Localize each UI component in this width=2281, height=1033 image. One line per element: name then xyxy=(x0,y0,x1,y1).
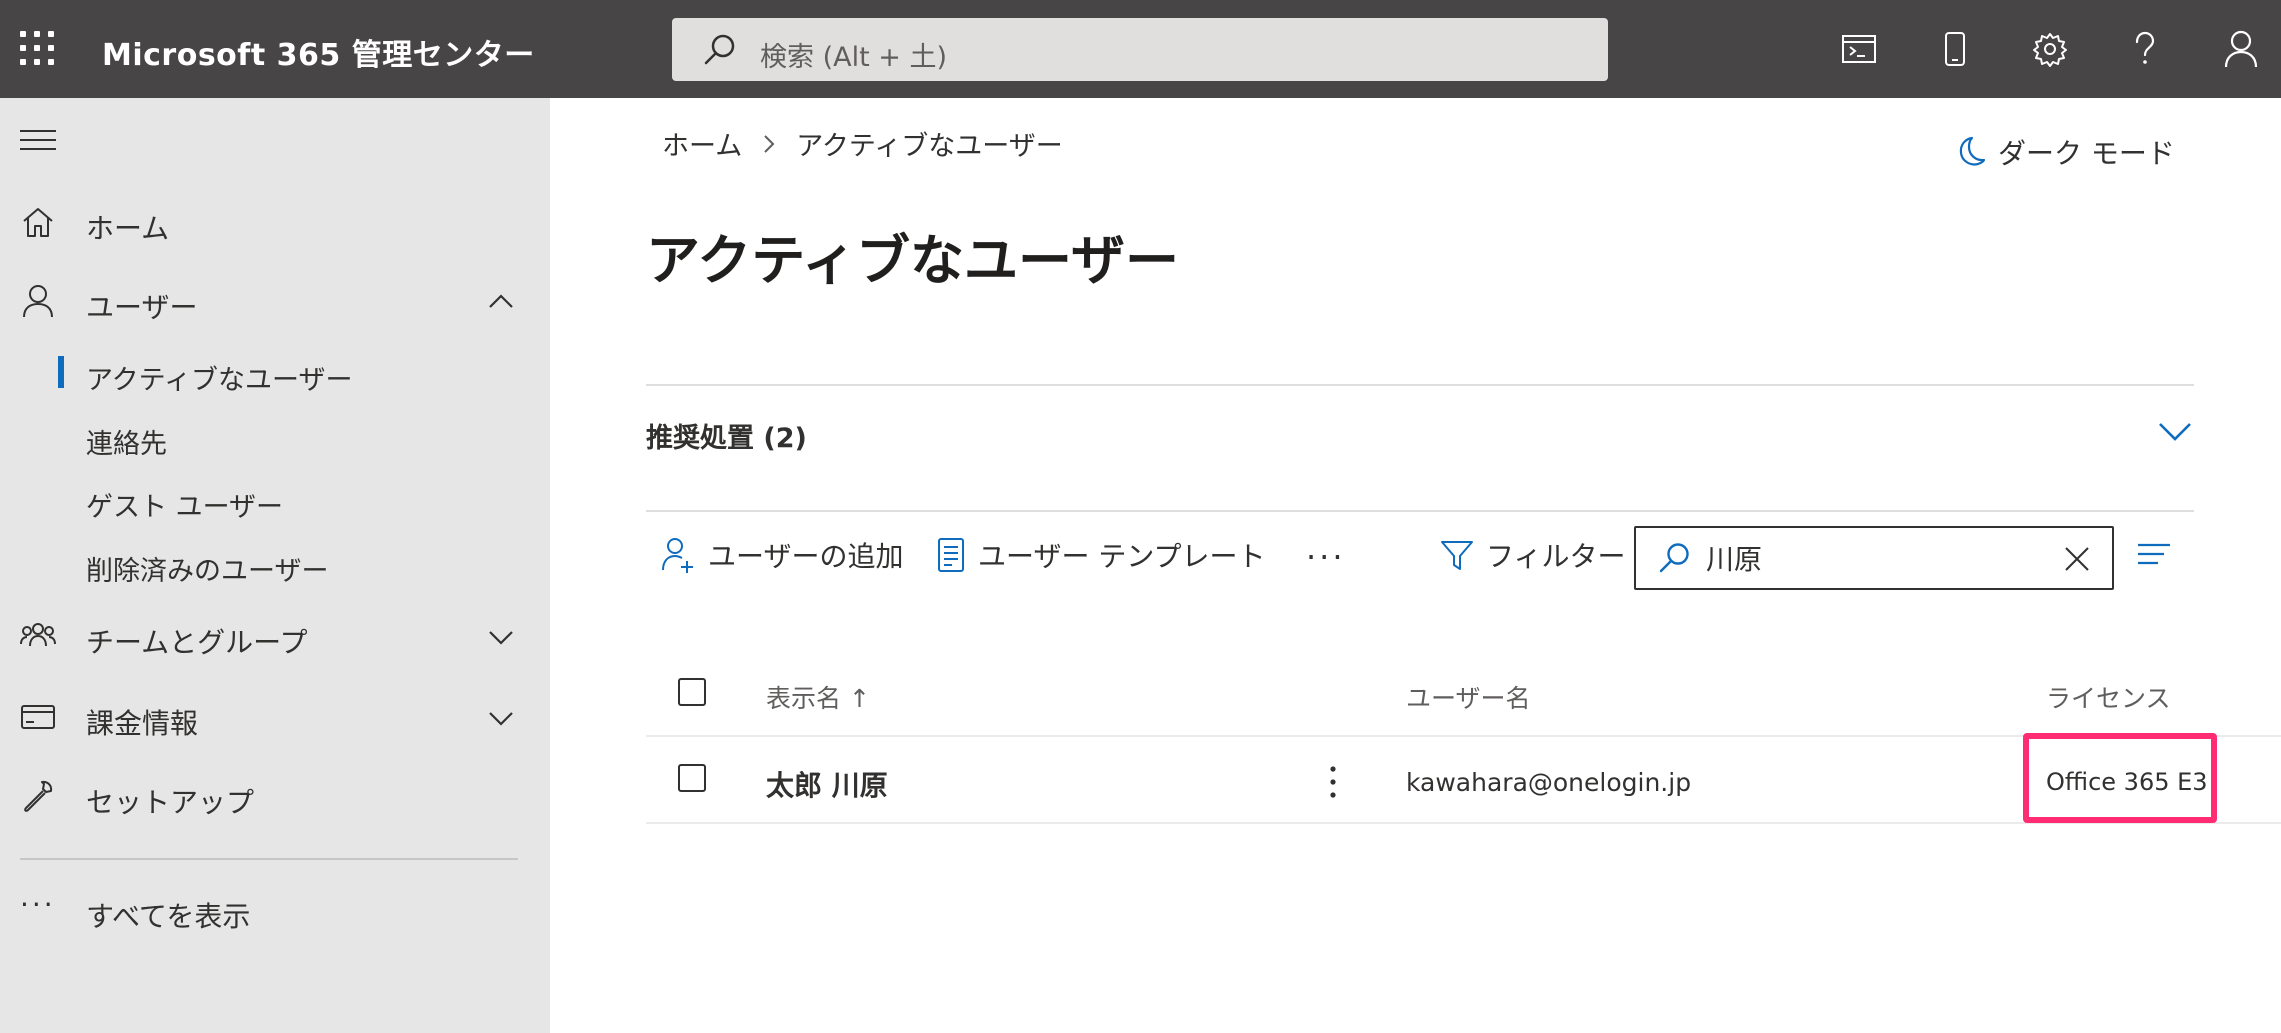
credit-card-icon xyxy=(21,705,55,729)
user-display-name[interactable]: 太郎 川原 xyxy=(766,764,888,804)
global-search-box[interactable]: 検索 (Alt + 土) xyxy=(672,18,1608,81)
add-person-icon xyxy=(662,538,693,573)
sidebar-item-users[interactable]: ユーザー xyxy=(0,271,550,331)
chevron-right-icon xyxy=(764,134,775,153)
column-header-username[interactable]: ユーザー名 xyxy=(1406,679,1531,715)
template-icon xyxy=(938,538,964,572)
sidebar-item-guest-users[interactable]: ゲスト ユーザー xyxy=(0,475,550,525)
app-title[interactable]: Microsoft 365 管理センター xyxy=(102,30,535,74)
left-nav: ホーム ユーザー アクティブなユーザー 連絡先 ゲスト ユーザー 削除済みのユー… xyxy=(0,98,550,1033)
chevron-up-icon[interactable] xyxy=(486,287,516,317)
mobile-icon[interactable] xyxy=(1930,24,1980,74)
sidebar-item-deleted-users[interactable]: 削除済みのユーザー xyxy=(0,539,550,589)
sidebar-divider xyxy=(20,858,518,860)
user-account-icon[interactable] xyxy=(2216,24,2266,74)
user-template-label: ユーザー テンプレート xyxy=(978,540,1266,573)
recommended-actions-label: 推奨処置 (2) xyxy=(646,423,807,454)
select-all-checkbox[interactable] xyxy=(678,678,706,706)
license-highlight-box xyxy=(2023,733,2217,823)
nav-collapse-icon[interactable] xyxy=(20,130,56,154)
group-icon xyxy=(20,623,56,647)
gear-icon[interactable] xyxy=(2025,24,2075,74)
dark-mode-label: ダーク モード xyxy=(1998,137,2175,170)
user-username: kawahara@onelogin.jp xyxy=(1406,768,1692,797)
divider xyxy=(646,510,2194,512)
sidebar-item-active-users[interactable]: アクティブなユーザー xyxy=(0,348,550,398)
close-icon[interactable] xyxy=(2062,544,2092,574)
sidebar-item-label: ゲスト ユーザー xyxy=(86,492,284,523)
sidebar-item-label: アクティブなユーザー xyxy=(86,365,353,396)
app-launcher-icon[interactable] xyxy=(20,31,54,65)
user-search-box[interactable] xyxy=(1634,526,2114,590)
sidebar-item-label: ユーザー xyxy=(86,291,198,324)
more-commands-button[interactable]: ··· xyxy=(1306,538,1346,576)
sidebar-item-label: 連絡先 xyxy=(86,429,167,460)
sidebar-item-label: 課金情報 xyxy=(86,707,199,740)
wrench-icon xyxy=(24,780,53,812)
sidebar-item-label: チームとグループ xyxy=(86,626,308,659)
chevron-down-icon[interactable] xyxy=(486,703,516,733)
sidebar-item-label: 削除済みのユーザー xyxy=(86,556,329,587)
sidebar-show-all[interactable]: ··· すべてを表示 xyxy=(0,880,550,940)
view-options-icon[interactable] xyxy=(2136,540,2172,570)
filter-icon xyxy=(1441,541,1473,570)
dark-mode-toggle[interactable]: ダーク モード xyxy=(1952,132,2175,172)
moon-icon xyxy=(1959,136,1986,166)
filter-label: フィルター xyxy=(1486,540,1626,573)
add-user-label: ユーザーの追加 xyxy=(708,540,904,573)
user-template-button[interactable]: ユーザー テンプレート xyxy=(936,530,1266,580)
sidebar-item-billing[interactable]: 課金情報 xyxy=(0,687,550,747)
person-icon xyxy=(23,285,53,318)
chevron-down-icon[interactable] xyxy=(486,622,516,652)
search-icon xyxy=(1659,543,1689,573)
sidebar-item-teams-groups[interactable]: チームとグループ xyxy=(0,606,550,666)
page-title: アクティブなユーザー xyxy=(646,229,1179,292)
breadcrumb: ホーム アクティブなユーザー xyxy=(662,124,1063,163)
sidebar-item-setup[interactable]: セットアップ xyxy=(0,766,550,826)
user-search-input[interactable] xyxy=(1706,538,2046,578)
home-icon xyxy=(23,208,53,237)
more-horizontal-icon: ··· xyxy=(20,888,56,921)
recommended-actions-panel[interactable]: 推奨処置 (2) xyxy=(646,386,2194,512)
sidebar-item-contacts[interactable]: 連絡先 xyxy=(0,412,550,462)
terminal-icon[interactable] xyxy=(1834,24,1884,74)
search-placeholder: 検索 (Alt + 土) xyxy=(760,42,947,73)
row-checkbox[interactable] xyxy=(678,764,706,792)
sidebar-item-label: セットアップ xyxy=(86,786,255,819)
column-header-license[interactable]: ライセンス xyxy=(2046,679,2171,715)
search-icon xyxy=(704,34,735,65)
more-vertical-icon[interactable] xyxy=(1318,762,1348,802)
add-user-button[interactable]: ユーザーの追加 xyxy=(660,530,903,580)
filter-button[interactable]: フィルター xyxy=(1440,530,1625,580)
breadcrumb-current: アクティブなユーザー xyxy=(796,131,1063,162)
column-header-display-name[interactable]: 表示名 ↑ xyxy=(766,679,870,715)
sidebar-item-home[interactable]: ホーム xyxy=(0,192,550,252)
sidebar-item-label: すべてを表示 xyxy=(86,900,251,933)
top-bar: Microsoft 365 管理センター 検索 (Alt + 土) xyxy=(0,0,2281,98)
sidebar-item-label: ホーム xyxy=(86,212,170,245)
help-icon[interactable] xyxy=(2120,24,2170,74)
breadcrumb-home[interactable]: ホーム xyxy=(662,124,742,163)
chevron-down-icon[interactable] xyxy=(2156,412,2194,450)
